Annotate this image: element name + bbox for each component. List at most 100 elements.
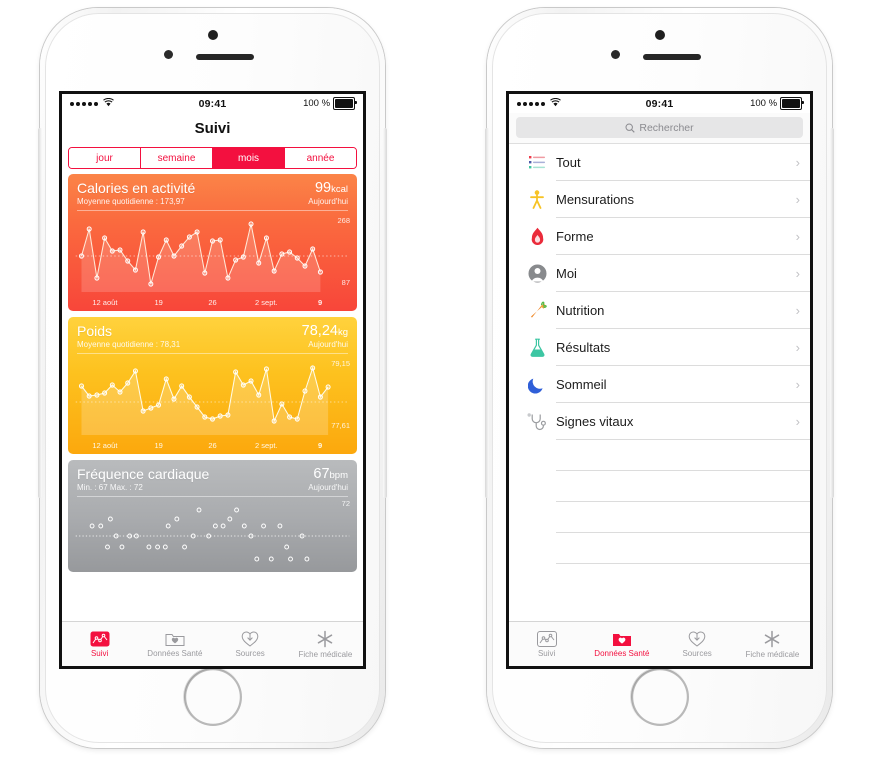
list-row-empty [509,471,810,502]
card-heart-rate-title: Fréquence cardiaque [77,466,210,482]
card-weight-unit: kg [337,327,348,338]
card-weight-plot: 79,15 77,61 12 août 19 26 2 sept. 9 [68,359,357,454]
folder-heart-icon [165,633,185,646]
card-heart-rate-unit: bpm [329,470,348,481]
card-calories-value: 99kcal [314,180,348,196]
signal-strength-icon [70,97,199,110]
list-item-forme[interactable]: Forme › [509,218,810,255]
segment-mois[interactable]: mois [213,148,285,168]
medical-star-icon [318,630,333,647]
list-item-moi[interactable]: Moi › [509,255,810,292]
card-calories-subtitle: Moyenne quotidienne : 173,97 [77,197,185,207]
card-weight-subtitle: Moyenne quotidienne : 78,31 [77,340,181,350]
medical-star-icon [765,630,780,647]
card-heart-rate[interactable]: Fréquence cardiaque Min. : 67 Max. : 72 … [68,460,357,572]
iphone-left: 09:41 100 % Suivi jour semaine mois anné… [38,8,387,748]
card-heart-rate-value: 67bpm [313,466,348,482]
download-heart-icon [688,631,706,647]
card-weight-rule [77,353,348,355]
tab-donnees-sante[interactable]: Données Santé [584,622,659,666]
list-item-label: Forme [556,229,594,244]
status-time: 09:41 [198,97,227,110]
search-input[interactable]: Rechercher [516,117,803,138]
card-weight-title: Poids [77,323,113,339]
segment-semaine[interactable]: semaine [141,148,213,168]
chevron-right-icon: › [795,340,800,355]
tab-fiche-medicale[interactable]: Fiche médicale [288,622,363,666]
battery-status: 100 % [226,97,358,110]
card-heart-rate-subtitle: Min. : 67 Max. : 72 [77,483,143,493]
battery-status: 100 % [673,97,805,110]
card-calories-rule [77,210,348,212]
card-weight[interactable]: Poids Moyenne quotidienne : 78,31 78,24k… [68,317,357,454]
search-icon [625,122,636,133]
battery-percent: 100 % [750,98,778,109]
chevron-right-icon: › [795,229,800,244]
dashboard-cards: Calories en activité Moyenne quotidienne… [62,174,363,572]
tab-suivi[interactable]: Suivi [509,622,584,666]
earpiece-speaker [643,54,701,60]
tab-bar-right[interactable]: Suivi Données Santé Sources Fiche médica… [509,621,810,666]
segment-annee[interactable]: année [285,148,356,168]
screen-right: 09:41 100 % Rechercher Tout › Mensuratio… [509,94,810,666]
health-categories-list: Tout › Mensurations › Forme › Moi › Nutr… [509,144,810,564]
list-item-label: Signes vitaux [556,414,634,429]
card-calories[interactable]: Calories en activité Moyenne quotidienne… [68,174,357,311]
tab-label: Fiche médicale [298,649,353,659]
proximity-sensor-icon [164,50,173,59]
page-title: Suivi [194,119,231,137]
xtick: 12 août [92,298,118,307]
list-item-label: Sommeil [556,377,607,392]
list-item-nutrition[interactable]: Nutrition › [509,292,810,329]
person-avatar-icon [518,264,556,283]
chevron-right-icon: › [795,155,800,170]
search-placeholder: Rechercher [639,121,694,134]
flame-icon [518,227,556,246]
volume-buttons [38,128,42,498]
card-calories-plot: 268 87 12 août 19 26 2 sept. 9 [68,216,357,311]
tab-label: Sources [235,649,265,658]
tab-suivi[interactable]: Suivi [62,622,137,666]
xtick: 2 sept. [255,441,278,450]
list-row-empty [509,440,810,471]
heart-rate-scatter-chart [75,507,350,562]
status-bar: 09:41 100 % [509,94,810,113]
list-item-mensurations[interactable]: Mensurations › [509,181,810,218]
xtick: 9 [318,441,323,450]
list-item-label: Nutrition [556,303,605,318]
tab-donnees-sante[interactable]: Données Santé [137,622,212,666]
tab-fiche-medicale[interactable]: Fiche médicale [735,622,810,666]
activity-chart-icon [536,630,557,647]
xtick: 19 [154,298,163,307]
tab-label: Sources [682,649,712,658]
tab-label: Données Santé [594,648,650,658]
card-weight-xaxis: 12 août 19 26 2 sept. 9 [68,441,357,450]
weight-line-chart [75,365,350,435]
card-heart-rate-rule [77,496,348,498]
segmented-control-wrap: jour semaine mois année [62,143,363,174]
earpiece-speaker [196,54,254,60]
xtick: 12 août [92,441,118,450]
home-button[interactable] [183,668,242,726]
home-button[interactable] [630,668,689,726]
screen-left: 09:41 100 % Suivi jour semaine mois anné… [62,94,363,666]
xtick: 2 sept. [255,298,278,307]
list-item-label: Résultats [556,340,611,355]
list-item-resultats[interactable]: Résultats › [509,329,810,366]
tab-sources[interactable]: Sources [660,622,735,666]
list-item-tout[interactable]: Tout › [509,144,810,181]
tab-label: Suivi [537,648,556,658]
iphone-right: 09:41 100 % Rechercher Tout › Mensuratio… [485,8,834,748]
list-item-sommeil[interactable]: Sommeil › [509,366,810,403]
list-item-signes-vitaux[interactable]: Signes vitaux › [509,403,810,440]
power-button [383,128,387,498]
card-weight-value: 78,24kg [301,323,348,339]
segment-jour[interactable]: jour [69,148,141,168]
wifi-icon [103,97,114,110]
chevron-right-icon: › [795,303,800,318]
tab-sources[interactable]: Sources [213,622,288,666]
proximity-sensor-icon [611,50,620,59]
folder-heart-icon [612,633,631,646]
tab-bar-left[interactable]: Suivi Données Santé Sources Fiche médica… [62,621,363,666]
period-segmented-control[interactable]: jour semaine mois année [68,147,357,169]
